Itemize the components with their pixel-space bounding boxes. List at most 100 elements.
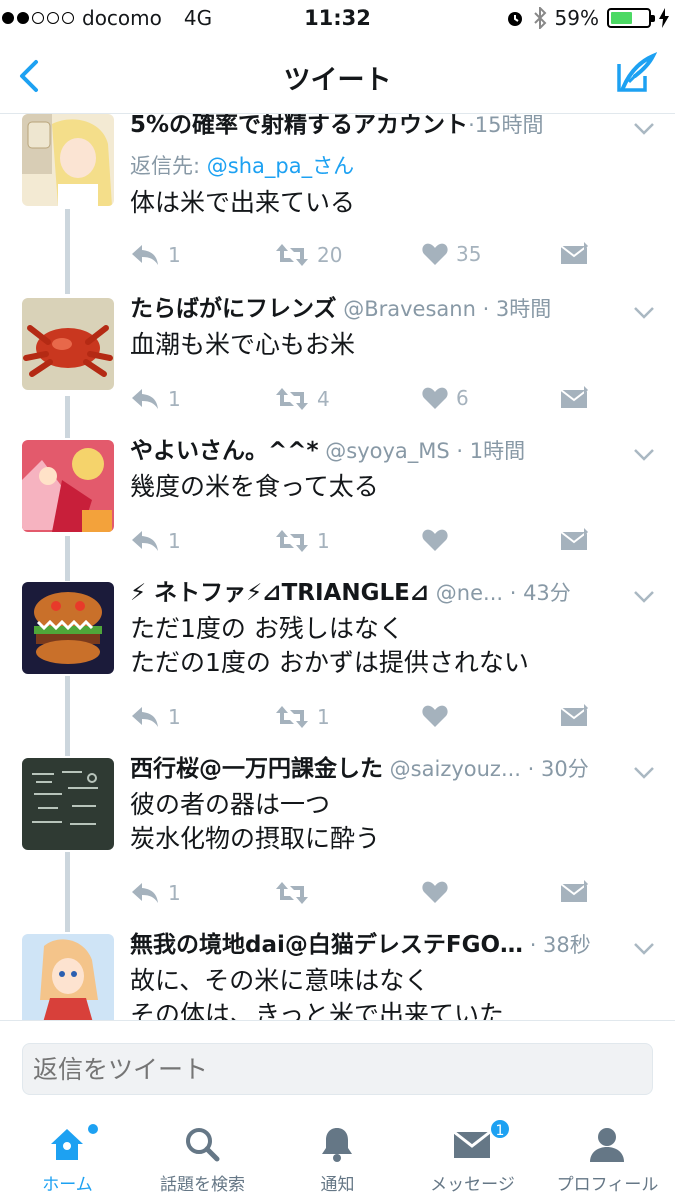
tweet-text: 血潮も米で心もお米 (130, 330, 356, 359)
tweet[interactable]: 無我の境地dai@白猫デレステFGO… · 38秒 故に、その米に意味はなく そ… (0, 930, 675, 1020)
heart-icon (422, 705, 448, 727)
chevron-down-icon[interactable] (633, 766, 655, 780)
tweet[interactable]: ⚡ ネトファ⚡⊿TRIANGLE⊿ @ne... · 43分 ただ1度の お残し… (0, 578, 675, 754)
direct-message-button[interactable] (560, 386, 588, 410)
reply-icon (132, 707, 158, 727)
reply-button[interactable]: 1 (130, 528, 181, 554)
direct-message-button[interactable] (560, 242, 588, 266)
display-name[interactable]: やよいさん。^^* (130, 438, 319, 464)
chevron-down-icon[interactable] (633, 306, 655, 320)
reply-button[interactable]: 1 (130, 880, 181, 906)
tweet-actions: 1 20 35 (130, 242, 600, 272)
tab-label: メッセージ (430, 1175, 515, 1195)
charging-icon (659, 8, 669, 28)
like-button[interactable] (422, 704, 456, 728)
tweet[interactable]: たらばがにフレンズ @Bravesann · 3時間 血潮も米で心もお米 1 4… (0, 294, 675, 434)
tweet-actions: 1 (130, 880, 600, 910)
avatar[interactable] (22, 440, 114, 532)
retweet-icon (276, 882, 308, 904)
like-button[interactable] (422, 880, 456, 904)
tweet-actions: 1 4 6 (130, 386, 600, 416)
reply-button[interactable]: 1 (130, 386, 181, 412)
tweet-meta: @Bravesann · 3時間 (336, 297, 552, 321)
heart-icon (422, 387, 448, 409)
heart-icon (422, 243, 448, 265)
envelope-icon (453, 1130, 491, 1158)
tab-notifications[interactable]: 通知 (270, 1116, 405, 1200)
compose-button[interactable] (615, 52, 658, 96)
reply-to-handle[interactable]: @sha_pa_さん (207, 154, 354, 178)
reply-button[interactable]: 1 (130, 242, 181, 268)
bluetooth-icon (533, 7, 546, 29)
display-name[interactable]: 西行桜@一万円課金した (130, 756, 383, 782)
tweet[interactable]: やよいさん。^^* @syoya_MS · 1時間 幾度の米を食って太る 1 1 (0, 436, 675, 576)
tab-search[interactable]: 話題を検索 (135, 1116, 270, 1200)
reply-button[interactable]: 1 (130, 704, 181, 730)
like-count: 6 (456, 386, 469, 410)
avatar[interactable] (22, 114, 114, 206)
bell-icon (322, 1128, 352, 1162)
home-icon (51, 1129, 83, 1160)
retweet-button[interactable]: 20 (275, 242, 342, 268)
tweet-actions: 1 1 (130, 704, 600, 734)
envelope-icon (560, 528, 588, 550)
direct-message-button[interactable] (560, 880, 588, 904)
tab-messages[interactable]: 1 メッセージ (405, 1116, 540, 1200)
battery-icon (607, 8, 655, 28)
avatar[interactable] (22, 298, 114, 390)
tweet-actions: 1 1 (130, 528, 600, 558)
like-button[interactable]: 6 (422, 386, 469, 410)
chevron-down-icon[interactable] (633, 122, 655, 136)
tweet-meta: @syoya_MS · 1時間 (318, 439, 526, 463)
alarm-icon (507, 12, 522, 26)
tweet[interactable]: 5%の確率で射精するアカウント·15時間 返信先: @sha_pa_さん 体は米… (0, 114, 675, 294)
retweet-button[interactable]: 1 (275, 528, 330, 554)
reply-input[interactable] (22, 1043, 653, 1095)
display-name[interactable]: たらばがにフレンズ (130, 296, 337, 322)
like-button[interactable] (422, 528, 456, 552)
direct-message-button[interactable] (560, 704, 588, 728)
tweet-thread: 5%の確率で射精するアカウント·15時間 返信先: @sha_pa_さん 体は米… (0, 114, 675, 1020)
person-icon (590, 1128, 624, 1162)
avatar[interactable] (22, 934, 114, 1020)
tweet[interactable]: 西行桜@一万円課金した @saizyouz... · 30分 彼の者の器は一つ … (0, 754, 675, 930)
reply-to-label: 返信先: (130, 154, 207, 178)
retweet-icon (276, 530, 308, 552)
chevron-down-icon[interactable] (633, 448, 655, 462)
unread-badge: 1 (489, 1118, 511, 1140)
tweet-text: 幾度の米を食って太る (130, 472, 379, 501)
compose-icon (617, 52, 658, 92)
chevron-down-icon[interactable] (633, 590, 655, 604)
chevron-down-icon[interactable] (633, 942, 655, 956)
retweet-count: 1 (317, 705, 330, 729)
heart-icon (422, 881, 448, 903)
direct-message-button[interactable] (560, 528, 588, 552)
envelope-icon (560, 880, 588, 902)
tab-profile[interactable]: プロフィール (540, 1116, 675, 1200)
display-name[interactable]: 5%の確率で射精するアカウント (130, 114, 468, 138)
tweet-meta: @saizyouz... · 30分 (383, 757, 589, 781)
display-name[interactable]: 無我の境地dai@白猫デレステFGO… (130, 932, 523, 958)
tab-label: 話題を検索 (160, 1175, 245, 1195)
avatar[interactable] (22, 582, 114, 674)
nav-bar: ツイート (0, 38, 675, 114)
tweet-text: 故に、その米に意味はなく その体は、きっと米で出来ていた (130, 966, 505, 1020)
tab-label: プロフィール (556, 1175, 659, 1195)
battery-percent: 59% (554, 6, 599, 30)
retweet-button[interactable] (275, 880, 317, 906)
reply-icon (132, 245, 158, 265)
tweet-header: 5%の確率で射精するアカウント·15時間 (130, 114, 631, 142)
tweet-text: 体は米で出来ている (130, 188, 356, 217)
like-button[interactable]: 35 (422, 242, 481, 266)
display-name[interactable]: ⚡ ネトファ⚡⊿TRIANGLE⊿ (130, 580, 429, 606)
retweet-button[interactable]: 1 (275, 704, 330, 730)
tab-home[interactable]: ホーム (0, 1116, 135, 1200)
status-right: 59% (505, 6, 669, 30)
reply-icon (132, 883, 158, 903)
retweet-button[interactable]: 4 (275, 386, 330, 412)
reply-count: 1 (168, 387, 181, 411)
tab-bar: ホーム 話題を検索 通知 1 メッセージ プロフィール (0, 1116, 675, 1200)
tab-label: 通知 (320, 1175, 355, 1195)
retweet-count: 1 (317, 529, 330, 553)
avatar[interactable] (22, 758, 114, 850)
